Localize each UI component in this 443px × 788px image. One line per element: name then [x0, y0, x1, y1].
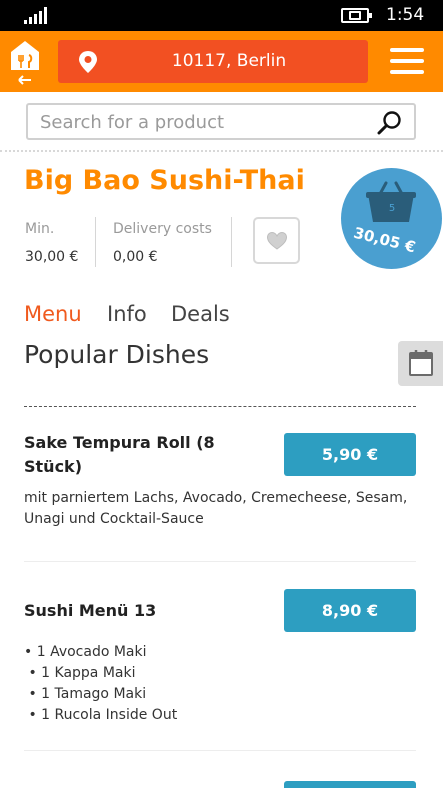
delivery-costs-value: 0,00 € [113, 249, 158, 265]
status-bar: 1:54 [0, 0, 443, 31]
basket-button[interactable]: 5 30,05 € [341, 168, 442, 269]
takeaway-logo-icon[interactable] [8, 39, 42, 85]
search-icon[interactable] [377, 110, 403, 136]
add-dish-price-button[interactable] [284, 781, 416, 788]
location-button[interactable]: 10117, Berlin [58, 40, 368, 83]
min-order-value: 30,00 € [25, 249, 79, 265]
dish-name: Sake Tempura Roll (8 Stück) [24, 433, 215, 476]
hamburger-menu-icon[interactable] [390, 48, 424, 74]
dish-name: Sushi Menü 13 [24, 601, 157, 620]
add-dish-price-button[interactable]: 5,90 € [284, 433, 416, 476]
calendar-button[interactable] [398, 341, 443, 386]
calendar-icon [409, 350, 433, 376]
favorite-button[interactable] [253, 217, 300, 264]
section-title: Popular Dishes [24, 340, 210, 369]
basket-total: 30,05 € [351, 223, 418, 257]
app-header: 10117, Berlin [0, 31, 443, 92]
location-label: 10117, Berlin [171, 51, 287, 71]
dish-divider [24, 750, 416, 751]
dish-divider [24, 561, 416, 562]
status-time: 1:54 [386, 5, 425, 25]
dish-description: mit parniertem Lachs, Avocado, Cremechee… [24, 490, 408, 527]
battery-charging-icon [341, 8, 372, 23]
search-box [26, 103, 416, 140]
dashed-divider [24, 406, 416, 407]
basket-icon [366, 181, 416, 222]
search-input[interactable] [40, 109, 360, 135]
tab-info[interactable]: Info [107, 302, 147, 326]
basket-count: 5 [388, 203, 396, 214]
tab-deals[interactable]: Deals [171, 302, 230, 326]
add-dish-price-button[interactable]: 8,90 € [284, 589, 416, 632]
restaurant-name: Big Bao Sushi-Thai [24, 165, 305, 196]
delivery-costs-label: Delivery costs [113, 221, 212, 237]
dotted-divider [0, 150, 443, 152]
heart-icon [266, 231, 288, 250]
tab-menu[interactable]: Menu [24, 302, 82, 326]
info-divider [231, 217, 232, 267]
dish-description: • 1 Avocado Maki • 1 Kappa Maki • 1 Tama… [24, 644, 178, 723]
signal-bars-icon [24, 7, 50, 24]
map-pin-icon [79, 51, 97, 73]
info-divider [95, 217, 96, 267]
min-order-label: Min. [25, 221, 55, 237]
